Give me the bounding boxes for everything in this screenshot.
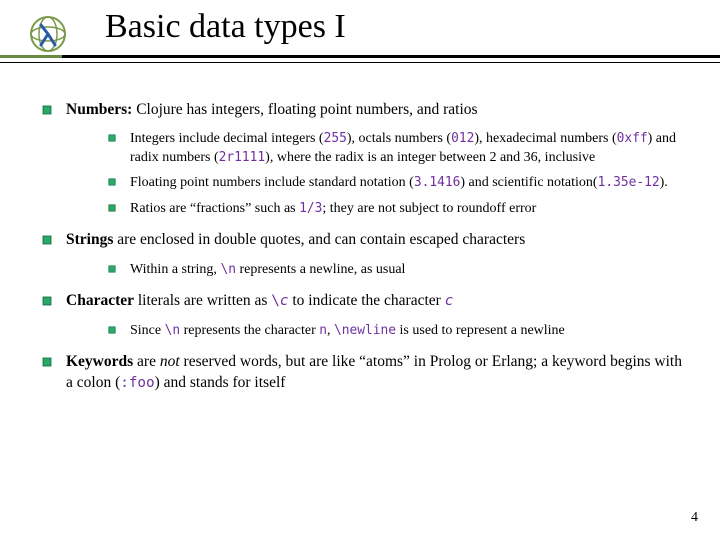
square-bullet-icon — [108, 134, 116, 142]
slide-body: Numbers: Clojure has integers, floating … — [0, 76, 720, 393]
page-number: 4 — [691, 510, 698, 526]
slide-header: Basic data types I — [0, 0, 720, 76]
bullet-text: Within a string, \n represents a newline… — [130, 262, 405, 277]
square-bullet-icon — [108, 204, 116, 212]
bullet-text: Strings are enclosed in double quotes, a… — [66, 231, 525, 248]
bullet-level1: Strings are enclosed in double quotes, a… — [42, 230, 684, 279]
square-bullet-icon — [42, 357, 52, 367]
slide-title: Basic data types I — [105, 8, 346, 46]
bullet-level2: Integers include decimal integers (255),… — [108, 130, 684, 167]
bullet-level1: Numbers: Clojure has integers, floating … — [42, 100, 684, 218]
sub-list: Within a string, \n represents a newline… — [66, 261, 684, 279]
bullet-text: Integers include decimal integers (255),… — [130, 131, 676, 164]
bullet-level2: Since \n represents the character n, \ne… — [108, 322, 684, 340]
lambda-logo — [28, 12, 68, 56]
square-bullet-icon — [42, 105, 52, 115]
bullet-level2: Within a string, \n represents a newline… — [108, 261, 684, 279]
bullet-level1: Keywords are not reserved words, but are… — [42, 352, 684, 393]
bullet-level2: Ratios are “fractions” such as 1/3; they… — [108, 200, 684, 218]
square-bullet-icon — [108, 178, 116, 186]
sub-list: Since \n represents the character n, \ne… — [66, 322, 684, 340]
bullet-text: Since \n represents the character n, \ne… — [130, 323, 565, 338]
sub-list: Integers include decimal integers (255),… — [66, 130, 684, 218]
square-bullet-icon — [42, 296, 52, 306]
bullet-text: Ratios are “fractions” such as 1/3; they… — [130, 201, 536, 216]
square-bullet-icon — [42, 235, 52, 245]
bullet-text: Character literals are written as \c to … — [66, 292, 453, 309]
title-rule-thin — [0, 62, 720, 63]
square-bullet-icon — [108, 265, 116, 273]
title-rule-thick — [0, 55, 720, 58]
bullet-text: Numbers: Clojure has integers, floating … — [66, 101, 478, 118]
bullet-text: Floating point numbers include standard … — [130, 175, 668, 190]
bullet-level2: Floating point numbers include standard … — [108, 174, 684, 192]
bullet-level1: Character literals are written as \c to … — [42, 291, 684, 340]
bullet-text: Keywords are not reserved words, but are… — [66, 353, 682, 390]
square-bullet-icon — [108, 326, 116, 334]
